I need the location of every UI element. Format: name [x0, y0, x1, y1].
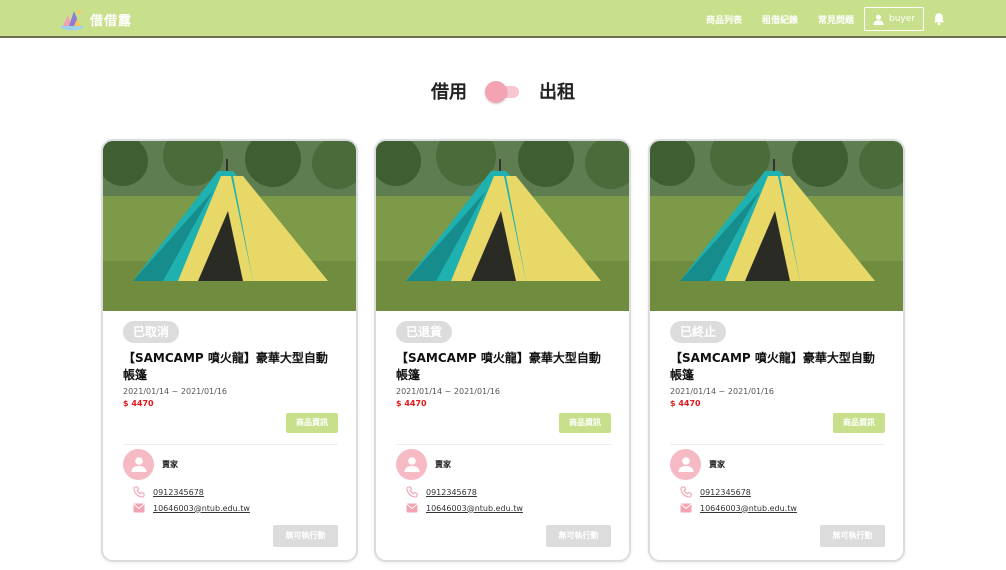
mode-toggle-row: 借用 出租 [0, 78, 1006, 104]
phone-row: 0912345678 [406, 486, 477, 498]
product-image[interactable] [103, 141, 356, 311]
phone-icon [680, 486, 692, 498]
seller-label: 賣家 [709, 459, 725, 469]
switch-knob [485, 81, 507, 103]
product-info-button[interactable]: 商品資訊 [833, 413, 885, 433]
product-title: 【SAMCAMP 噴火龍】豪華大型自動帳篷 [123, 351, 328, 382]
card-body: 已退貨 【SAMCAMP 噴火龍】豪華大型自動帳篷 2021/01/14 ~ 2… [396, 321, 611, 560]
price: $ 4470 [123, 399, 154, 408]
status-badge: 已終止 [670, 321, 727, 343]
phone-row: 0912345678 [680, 486, 751, 498]
order-card: 已終止 【SAMCAMP 噴火龍】豪華大型自動帳篷 2021/01/14 ~ 2… [648, 139, 905, 562]
card-body: 已取消 【SAMCAMP 噴火龍】豪華大型自動帳篷 2021/01/14 ~ 2… [123, 321, 338, 560]
seller-email[interactable]: 10646003@ntub.edu.tw [426, 504, 523, 513]
seller-phone[interactable]: 0912345678 [153, 488, 204, 497]
product-image[interactable] [650, 141, 903, 311]
seller-label: 賣家 [435, 459, 451, 469]
product-info-button[interactable]: 商品資訊 [559, 413, 611, 433]
no-action-button[interactable]: 無可執行動作 [820, 525, 885, 560]
user-name: buyer [889, 14, 915, 24]
top-navbar: 借借露 商品列表 租借紀錄 常見問題 buyer [0, 0, 1006, 38]
product-title: 【SAMCAMP 噴火龍】豪華大型自動帳篷 [670, 351, 875, 382]
order-card: 已取消 【SAMCAMP 噴火龍】豪華大型自動帳篷 2021/01/14 ~ 2… [101, 139, 358, 562]
divider [670, 444, 885, 445]
brand-name: 借借露 [90, 13, 133, 29]
mail-icon [406, 503, 418, 513]
status-badge: 已取消 [123, 321, 180, 343]
product-title: 【SAMCAMP 噴火龍】豪華大型自動帳篷 [396, 351, 601, 382]
status-badge: 已退貨 [396, 321, 453, 343]
bell-icon[interactable] [932, 12, 946, 26]
rent-label: 出租 [539, 82, 575, 103]
email-row: 10646003@ntub.edu.tw [133, 503, 250, 513]
seller-email[interactable]: 10646003@ntub.edu.tw [700, 504, 797, 513]
seller-row: 賣家 [670, 448, 885, 480]
nav-product-list[interactable]: 商品列表 [706, 13, 742, 26]
rental-date-range: 2021/01/14 ~ 2021/01/16 [123, 387, 228, 396]
rental-date-range: 2021/01/14 ~ 2021/01/16 [396, 387, 501, 396]
seller-row: 賣家 [123, 448, 338, 480]
borrow-rent-switch[interactable] [485, 81, 521, 103]
phone-row: 0912345678 [133, 486, 204, 498]
seller-phone[interactable]: 0912345678 [426, 488, 477, 497]
card-body: 已終止 【SAMCAMP 噴火龍】豪華大型自動帳篷 2021/01/14 ~ 2… [670, 321, 885, 560]
brand[interactable]: 借借露 [60, 7, 132, 31]
seller-email[interactable]: 10646003@ntub.edu.tw [153, 504, 250, 513]
user-button[interactable]: buyer [864, 7, 924, 31]
user-icon [873, 14, 884, 25]
seller-row: 賣家 [396, 448, 611, 480]
no-action-button[interactable]: 無可執行動作 [546, 525, 611, 560]
product-image[interactable] [376, 141, 629, 311]
price: $ 4470 [670, 399, 701, 408]
seller-phone[interactable]: 0912345678 [700, 488, 751, 497]
mail-icon [133, 503, 145, 513]
avatar-icon [123, 448, 154, 480]
price: $ 4470 [396, 399, 427, 408]
borrow-label: 借用 [431, 82, 467, 103]
seller-label: 賣家 [162, 459, 178, 469]
product-info-button[interactable]: 商品資訊 [286, 413, 338, 433]
phone-icon [133, 486, 145, 498]
order-card: 已退貨 【SAMCAMP 噴火龍】豪華大型自動帳篷 2021/01/14 ~ 2… [374, 139, 631, 562]
divider [396, 444, 611, 445]
avatar-icon [670, 448, 701, 480]
phone-icon [406, 486, 418, 498]
mail-icon [680, 503, 692, 513]
nav-rental-records[interactable]: 租借紀錄 [762, 13, 798, 26]
nav-faq[interactable]: 常見問題 [818, 13, 854, 26]
no-action-button[interactable]: 無可執行動作 [273, 525, 338, 560]
rental-date-range: 2021/01/14 ~ 2021/01/16 [670, 387, 775, 396]
nav-links: 商品列表 租借紀錄 常見問題 buyer [686, 7, 946, 31]
email-row: 10646003@ntub.edu.tw [680, 503, 797, 513]
email-row: 10646003@ntub.edu.tw [406, 503, 523, 513]
divider [123, 444, 338, 445]
logo-icon [60, 7, 84, 31]
avatar-icon [396, 448, 427, 480]
